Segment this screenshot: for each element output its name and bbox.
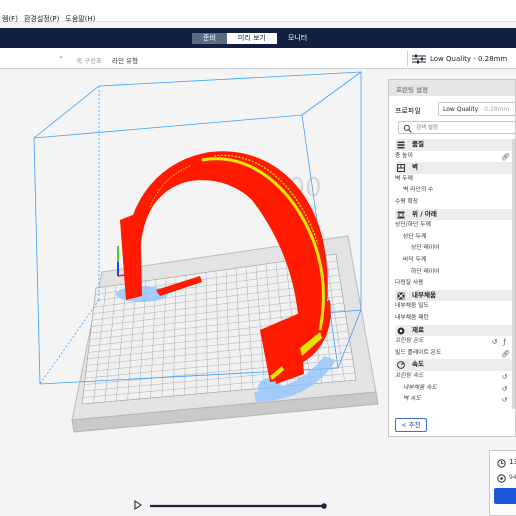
setting-row[interactable]: 층 높이 🔗︎ [395, 151, 515, 163]
spool-icon [497, 474, 506, 483]
menu-item-file[interactable]: 렘(F) [2, 14, 18, 24]
setting-label: 빌드 플레이트 온도 [395, 349, 442, 356]
category-label: 위 / 아래 [412, 209, 437, 218]
setting-row[interactable]: 빌드 플레이트 온도 🔗︎ [395, 348, 515, 360]
setting-row[interactable]: 벽 속도 ↺ [395, 394, 515, 406]
settings-category[interactable]: 위 / 아래 [395, 208, 515, 221]
category-label: 재료 [412, 325, 424, 334]
profile-value: Low Quality [443, 106, 479, 113]
infill-icon [397, 292, 405, 300]
setting-row[interactable]: 상단 두께 [395, 232, 515, 244]
reset-icon[interactable]: ↺ [491, 338, 498, 346]
setting-row[interactable]: 바닥 두께 [395, 255, 515, 267]
play-icon[interactable] [134, 500, 142, 510]
profile-suffix: - 0.28mm [480, 106, 510, 113]
search-icon [403, 124, 412, 133]
setting-label: 하단 레이어 [411, 268, 440, 275]
menu-item-help[interactable]: 도움말(H) [65, 14, 95, 24]
setting-label: 벽 두께 [395, 175, 413, 182]
profile-select[interactable]: Low Quality - 0.28mm [438, 102, 516, 116]
setting-row[interactable]: 다림질 사용 [395, 278, 515, 290]
setting-label: 다림질 사용 [395, 280, 424, 287]
profile-label: 프로파일 [395, 107, 421, 115]
panel-title: 프린팅 설정 [396, 86, 428, 94]
tab-prepare[interactable]: 준비 [192, 33, 227, 44]
setting-label: 프린팅 속도 [395, 373, 424, 379]
tab-preview[interactable]: 미리 보기 [226, 33, 277, 44]
material-icon [397, 327, 405, 335]
quality-icon [397, 141, 405, 149]
link-icon[interactable]: 🔗︎ [501, 153, 510, 161]
setting-row[interactable]: 내부채움 밀도 [395, 301, 515, 313]
material-estimate: 94 [509, 474, 516, 481]
setting-label: 층 높이 [395, 152, 413, 159]
setting-row[interactable]: 프린팅 속도 ↺ [395, 371, 515, 383]
print-time: 13 [509, 458, 516, 466]
setting-row[interactable]: 벽 두께 [395, 174, 515, 186]
setting-label: 내부채움 속도 [403, 384, 437, 391]
layer-slider[interactable] [148, 503, 328, 509]
topbottom-icon [397, 211, 405, 219]
tab-monitor[interactable]: 모니터 [277, 33, 318, 44]
reset-icon[interactable]: ↺ [501, 385, 508, 393]
setting-row[interactable]: 하단 레이어 [395, 267, 515, 279]
category-label: 내부채움 [412, 290, 436, 299]
setting-label: 내부채움 패턴 [395, 315, 429, 321]
settings-category[interactable]: 속도 [395, 359, 515, 371]
setting-label: 내부채움 밀도 [395, 303, 429, 310]
color-scheme-label: 색 구성표 [76, 57, 102, 65]
setting-label: 상단 두께 [403, 233, 427, 240]
setting-row[interactable]: 상단 레이어 [395, 243, 515, 255]
clock-icon [497, 459, 506, 468]
category-label: 품질 [412, 140, 424, 148]
setting-row[interactable]: 수평 확장 [395, 197, 515, 209]
settings-list: 품질층 높이 🔗︎ 벽벽 두께벽 라인의 수수평 확장위 / 아래상단/하단 두께상… [395, 139, 515, 414]
settings-category[interactable]: 재료 [395, 324, 515, 337]
setting-label: 벽 속도 [403, 396, 421, 403]
setting-label: 바닥 두께 [403, 257, 427, 263]
settings-scrollbar[interactable] [512, 139, 515, 409]
settings-category[interactable]: 벽 [395, 162, 515, 174]
color-scheme-select[interactable]: 라인 유형 [112, 55, 138, 65]
wall-icon [397, 164, 405, 173]
setting-label: 수평 확장 [395, 199, 419, 205]
print-settings-summary[interactable]: Low Quality - 0.28mm [430, 55, 507, 63]
settings-sliders-icon[interactable] [412, 54, 426, 64]
menu-bar: 렘(F) 환경설정(P) 도움말(H) [0, 14, 95, 24]
reset-icon[interactable]: ↺ [501, 396, 508, 404]
print-settings-panel: 프린팅 설정 프로파일 Low Quality - 0.28mm 품질층 높이 🔗… [388, 79, 516, 437]
search-input[interactable] [416, 124, 511, 132]
setting-row[interactable]: 내부채움 패턴 [395, 313, 515, 325]
speed-icon [397, 361, 405, 370]
slider-handle[interactable] [321, 503, 327, 509]
recommended-mode-button[interactable]: < 추천 [395, 418, 427, 432]
save-to-disk-button[interactable] [494, 488, 516, 504]
link-icon[interactable]: 🔗︎ [501, 350, 510, 358]
toolbar-divider [407, 51, 408, 66]
category-label: 속도 [412, 360, 424, 369]
setting-label: 벽 라인의 수 [403, 187, 434, 194]
setting-label: 상단/하단 두께 [395, 222, 431, 229]
chevron-down-icon[interactable]: ⌄ [58, 52, 64, 60]
setting-label: 프린팅 온도 [395, 338, 424, 345]
menu-item-preferences[interactable]: 환경설정(P) [24, 14, 59, 24]
settings-category[interactable]: 내부채움 [395, 289, 515, 302]
stage-tabs: 준비 미리 보기 모니터 [192, 33, 318, 44]
setting-row[interactable]: 상단/하단 두께 [395, 220, 515, 232]
setting-label: 상단 레이어 [411, 245, 440, 252]
reset-icon[interactable]: ↺ [501, 373, 508, 381]
setting-row[interactable]: 벽 라인의 수 [395, 185, 515, 197]
function-icon[interactable]: ƒ [501, 338, 508, 346]
settings-category[interactable]: 품질 [395, 139, 515, 151]
setting-row[interactable]: 프린팅 온도 ƒ ↺ [395, 336, 515, 348]
setting-row[interactable]: 내부채움 속도 ↺ [395, 383, 515, 395]
settings-search[interactable] [398, 121, 516, 134]
category-label: 벽 [412, 163, 418, 172]
